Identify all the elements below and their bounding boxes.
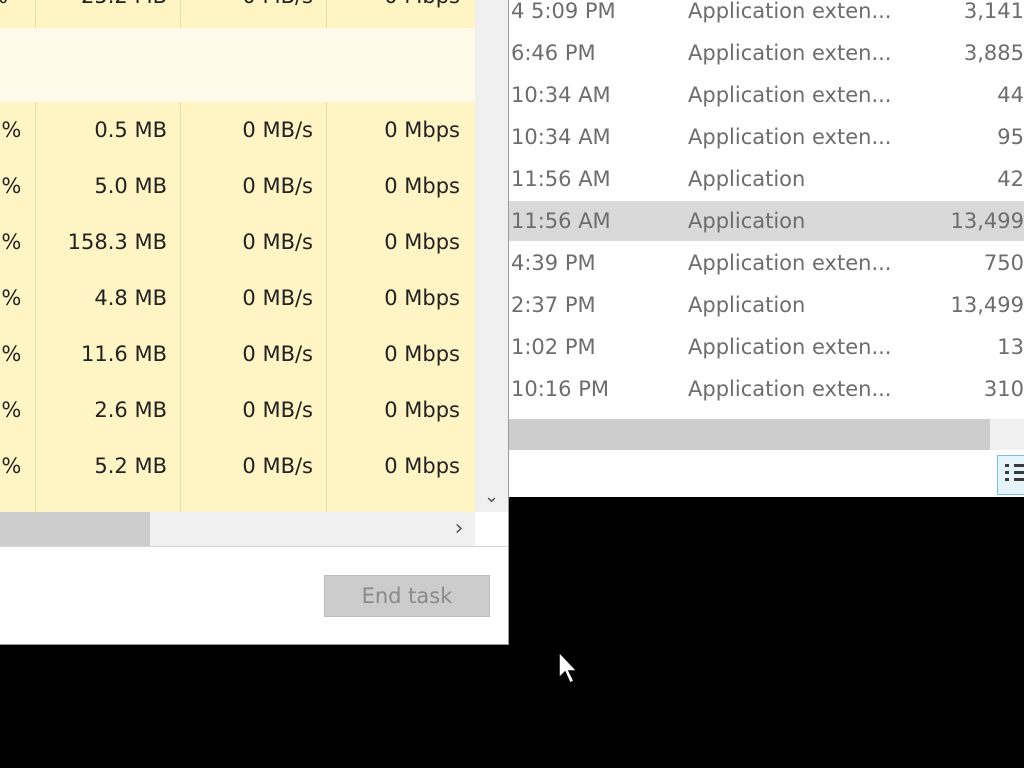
- scroll-right-icon[interactable]: ›: [445, 512, 473, 546]
- process-row[interactable]: % 25.2 MB 0 MB/s 0 Mbps: [0, 0, 475, 24]
- file-type: Application exten...: [688, 83, 892, 107]
- file-type: Application exten...: [688, 125, 892, 149]
- file-size: 44: [997, 83, 1024, 107]
- end-task-button[interactable]: End task: [324, 575, 490, 617]
- process-memory: 5.0 MB: [94, 174, 167, 198]
- process-memory: 11.6 MB: [81, 342, 167, 366]
- file-type: Application exten...: [688, 0, 892, 23]
- file-date: 4:39 PM: [511, 251, 596, 275]
- task-manager-window: % 25.2 MB 0 MB/s 0 Mbps 0% 0.5 MB 0 MB/s 0 Mbps…: [0, 0, 509, 645]
- file-type: Application exten...: [688, 41, 892, 65]
- file-date: 10:34 AM: [511, 83, 611, 107]
- file-date: 10:34 AM: [511, 125, 611, 149]
- process-disk: 0 MB/s: [242, 0, 313, 24]
- process-row[interactable]: 0% 158.3 MB 0 MB/s 0 Mbps: [0, 214, 475, 270]
- file-size: 750: [983, 251, 1024, 275]
- explorer-horizontal-scrollbar[interactable]: [480, 419, 1024, 450]
- file-size: 13: [997, 335, 1024, 359]
- scroll-down-icon[interactable]: ⌄: [475, 482, 508, 512]
- process-disk: 0 MB/s: [242, 118, 313, 142]
- process-row[interactable]: 0% 11.6 MB 0 MB/s 0 Mbps: [0, 326, 475, 382]
- process-network: 0 Mbps: [384, 0, 460, 24]
- file-date: 10:16 PM: [511, 377, 609, 401]
- process-memory: 5.2 MB: [94, 454, 167, 478]
- file-size: 95: [997, 125, 1024, 149]
- file-type: Application: [688, 293, 806, 317]
- file-type: Application exten...: [688, 377, 892, 401]
- process-memory: 0.5 MB: [94, 118, 167, 142]
- file-row[interactable]: 10:34 AM Application exten... 95: [480, 117, 1024, 157]
- process-network: 0 Mbps: [384, 342, 460, 366]
- file-type: Application: [688, 209, 806, 233]
- process-network: 0 Mbps: [384, 230, 460, 254]
- explorer-scrollbar-thumb[interactable]: [480, 419, 990, 450]
- explorer-status-bar: [480, 450, 1024, 497]
- file-row[interactable]: 4 5:09 PM Application exten... 3,141: [480, 0, 1024, 31]
- process-memory: 158.3 MB: [67, 230, 167, 254]
- file-date: 1:02 PM: [511, 335, 596, 359]
- process-memory: 2.6 MB: [94, 398, 167, 422]
- process-disk: 0 MB/s: [242, 342, 313, 366]
- file-row[interactable]: 6:46 PM Application exten... 3,885: [480, 33, 1024, 73]
- scrollbar-corner: [475, 512, 508, 546]
- file-size: 13,499: [950, 209, 1024, 233]
- process-disk: 0 MB/s: [242, 398, 313, 422]
- process-network: 0 Mbps: [384, 118, 460, 142]
- file-size: 13,499: [950, 293, 1024, 317]
- process-memory: 25.2 MB: [81, 0, 167, 24]
- file-row[interactable]: 10:16 PM Application exten... 310: [480, 369, 1024, 409]
- process-row[interactable]: 0% 2.6 MB 0 MB/s 0 Mbps: [0, 382, 475, 438]
- file-row[interactable]: 11:56 AM Application 13,499: [480, 201, 1024, 241]
- file-row[interactable]: 11:56 AM Application 42: [480, 159, 1024, 199]
- file-type: Application exten...: [688, 251, 892, 275]
- file-date: 4 5:09 PM: [511, 0, 616, 23]
- details-view-icon[interactable]: [997, 455, 1024, 495]
- process-disk: 0 MB/s: [242, 230, 313, 254]
- process-network: 0 Mbps: [384, 454, 460, 478]
- file-date: 11:56 AM: [511, 167, 611, 191]
- process-cpu: 0%: [0, 286, 22, 310]
- file-explorer-window: 4 5:09 PM Application exten... 3,141 6:46 P…: [480, 0, 1024, 497]
- process-disk: 0 MB/s: [242, 174, 313, 198]
- process-cpu: 0%: [0, 230, 22, 254]
- process-row[interactable]: 0% 0.5 MB 0 MB/s 0 Mbps: [0, 102, 475, 158]
- process-network: 0 Mbps: [384, 174, 460, 198]
- file-type: Application: [688, 167, 806, 191]
- process-row[interactable]: 0% 5.2 MB 0 MB/s 0 Mbps: [0, 438, 475, 494]
- process-cpu: 0%: [0, 174, 22, 198]
- process-row[interactable]: 0% 5.0 MB 0 MB/s 0 Mbps: [0, 158, 475, 214]
- file-row[interactable]: 2:37 PM Application 13,499: [480, 285, 1024, 325]
- process-vertical-scrollbar[interactable]: [475, 0, 508, 512]
- file-size: 310: [983, 377, 1024, 401]
- process-disk: 0 MB/s: [242, 286, 313, 310]
- file-date: 2:37 PM: [511, 293, 596, 317]
- process-cpu: 0%: [0, 398, 22, 422]
- process-cpu: 0%: [0, 118, 22, 142]
- horizontal-scrollbar-thumb[interactable]: [0, 512, 150, 546]
- process-cpu: 0%: [0, 342, 22, 366]
- file-size: 3,885: [963, 41, 1024, 65]
- process-cpu: 0%: [0, 454, 22, 478]
- process-row[interactable]: 0% 4.8 MB 0 MB/s 0 Mbps: [0, 270, 475, 326]
- process-disk: 0 MB/s: [242, 454, 313, 478]
- file-type: Application exten...: [688, 335, 892, 359]
- mouse-cursor-icon: [558, 650, 579, 685]
- file-size: 3,141: [963, 0, 1024, 23]
- process-memory: 4.8 MB: [94, 286, 167, 310]
- process-horizontal-scrollbar[interactable]: [0, 512, 475, 546]
- task-manager-footer: End task: [0, 546, 508, 644]
- file-size: 42: [997, 167, 1024, 191]
- file-date: 6:46 PM: [511, 41, 596, 65]
- file-date: 11:56 AM: [511, 209, 611, 233]
- file-row[interactable]: 1:02 PM Application exten... 13: [480, 327, 1024, 367]
- group-header-row: [0, 28, 475, 102]
- process-network: 0 Mbps: [384, 398, 460, 422]
- process-cpu: %: [0, 0, 8, 24]
- process-network: 0 Mbps: [384, 286, 460, 310]
- file-row[interactable]: 10:34 AM Application exten... 44: [480, 75, 1024, 115]
- file-row[interactable]: 4:39 PM Application exten... 750: [480, 243, 1024, 283]
